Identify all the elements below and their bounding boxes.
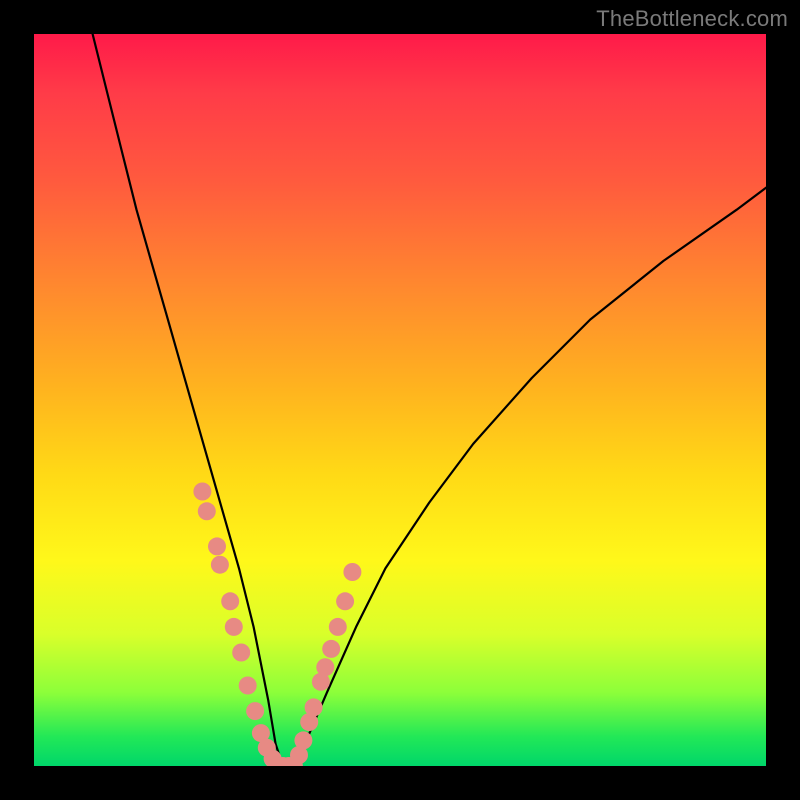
curve-marker — [336, 592, 354, 610]
curve-marker — [221, 592, 239, 610]
chart-svg — [34, 34, 766, 766]
chart-frame: TheBottleneck.com — [0, 0, 800, 800]
curve-markers-right — [290, 563, 361, 764]
curve-marker — [208, 537, 226, 555]
watermark-text: TheBottleneck.com — [596, 6, 788, 32]
curve-marker — [329, 618, 347, 636]
curve-marker — [193, 483, 211, 501]
curve-marker — [343, 563, 361, 581]
curve-marker — [198, 502, 216, 520]
plot-area — [34, 34, 766, 766]
curve-marker — [239, 677, 257, 695]
curve-marker — [294, 731, 312, 749]
curve-markers-left — [193, 483, 281, 767]
curve-marker — [211, 556, 229, 574]
curve-marker — [316, 658, 334, 676]
curve-marker — [246, 702, 264, 720]
curve-marker — [305, 698, 323, 716]
curve-markers-bottom — [268, 757, 303, 766]
curve-marker — [322, 640, 340, 658]
curve-marker — [232, 644, 250, 662]
curve-marker — [225, 618, 243, 636]
bottleneck-curve-path — [93, 34, 766, 766]
